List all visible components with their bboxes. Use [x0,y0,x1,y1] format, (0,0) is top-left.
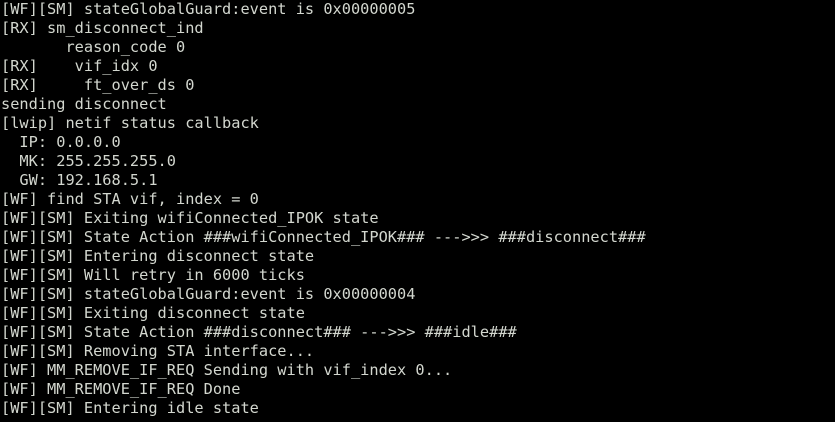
terminal-line: [RX] vif_idx 0 [1,57,158,75]
terminal-line: [WF][SM] stateGlobalGuard:event is 0x000… [1,285,416,303]
terminal-line: [lwip] netif status callback [1,114,259,132]
terminal-line: [RX] ft_over_ds 0 [1,76,195,94]
terminal-window[interactable]: [WF][SM] stateGlobalGuard:event is 0x000… [0,0,835,422]
terminal-line: GW: 192.168.5.1 [1,171,158,189]
terminal-line: IP: 0.0.0.0 [1,133,121,151]
terminal-line: [WF] find STA vif, index = 0 [1,190,259,208]
terminal-line: [RX] sm_disconnect_ind [1,19,204,37]
terminal-line: [WF][SM] Entering disconnect state [1,247,315,265]
terminal-line: [WF] MM_REMOVE_IF_REQ Sending with vif_i… [1,361,453,379]
terminal-line: [WF][SM] Will retry in 6000 ticks [1,266,305,284]
terminal-line: [WF][SM] State Action ###wifiConnected_I… [1,228,646,246]
terminal-line: [WF][SM] stateGlobalGuard:event is 0x000… [1,0,416,18]
terminal-line: [WF][SM] Exiting wifiConnected_IPOK stat… [1,209,379,227]
terminal-line: [WF][SM] Exiting disconnect state [1,304,305,322]
terminal-line: [WF] MM_REMOVE_IF_REQ Done [1,380,241,398]
terminal-line: MK: 255.255.255.0 [1,152,176,170]
terminal-line: reason_code 0 [1,38,186,56]
terminal-output: [WF][SM] stateGlobalGuard:event is 0x000… [1,0,646,418]
terminal-line: [WF][SM] State Action ###disconnect### -… [1,323,517,341]
terminal-line: [WF][SM] Removing STA interface... [1,342,315,360]
terminal-line: [WF][SM] Entering idle state [1,399,259,417]
terminal-line: sending disconnect [1,95,167,113]
